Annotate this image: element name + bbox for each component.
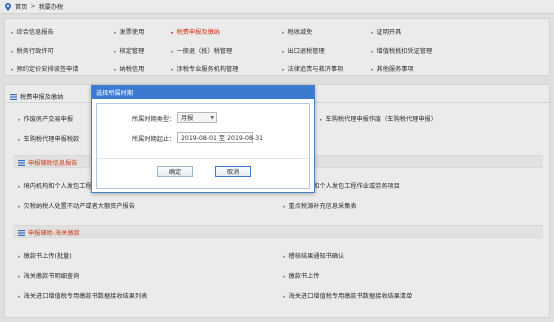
confirm-button[interactable]: 确定 xyxy=(157,166,193,177)
period-type-select[interactable]: 月报 ▼ xyxy=(177,112,217,123)
period-range-input[interactable]: 2019-08-01 至 2019-08-31 xyxy=(177,132,263,143)
dialog-body: 所属时期类型： 月报 ▼ 所属时期起止： 2019-08-01 至 2019-0… xyxy=(96,103,310,189)
period-type-label: 所属时期类型： xyxy=(132,116,176,123)
dialog-title: 选择所属时期 xyxy=(96,90,134,97)
chevron-down-icon: ▼ xyxy=(210,116,214,121)
select-period-dialog: 选择所属时期 所属时期类型： 月报 ▼ 所属时期起止： 2019-08-01 至… xyxy=(91,85,315,193)
period-range-label: 所属时期起止： xyxy=(132,136,176,143)
cancel-button[interactable]: 取消 xyxy=(215,166,251,177)
dialog-title-bar: 选择所属时期 xyxy=(92,86,314,99)
dialog-divider xyxy=(97,158,309,159)
